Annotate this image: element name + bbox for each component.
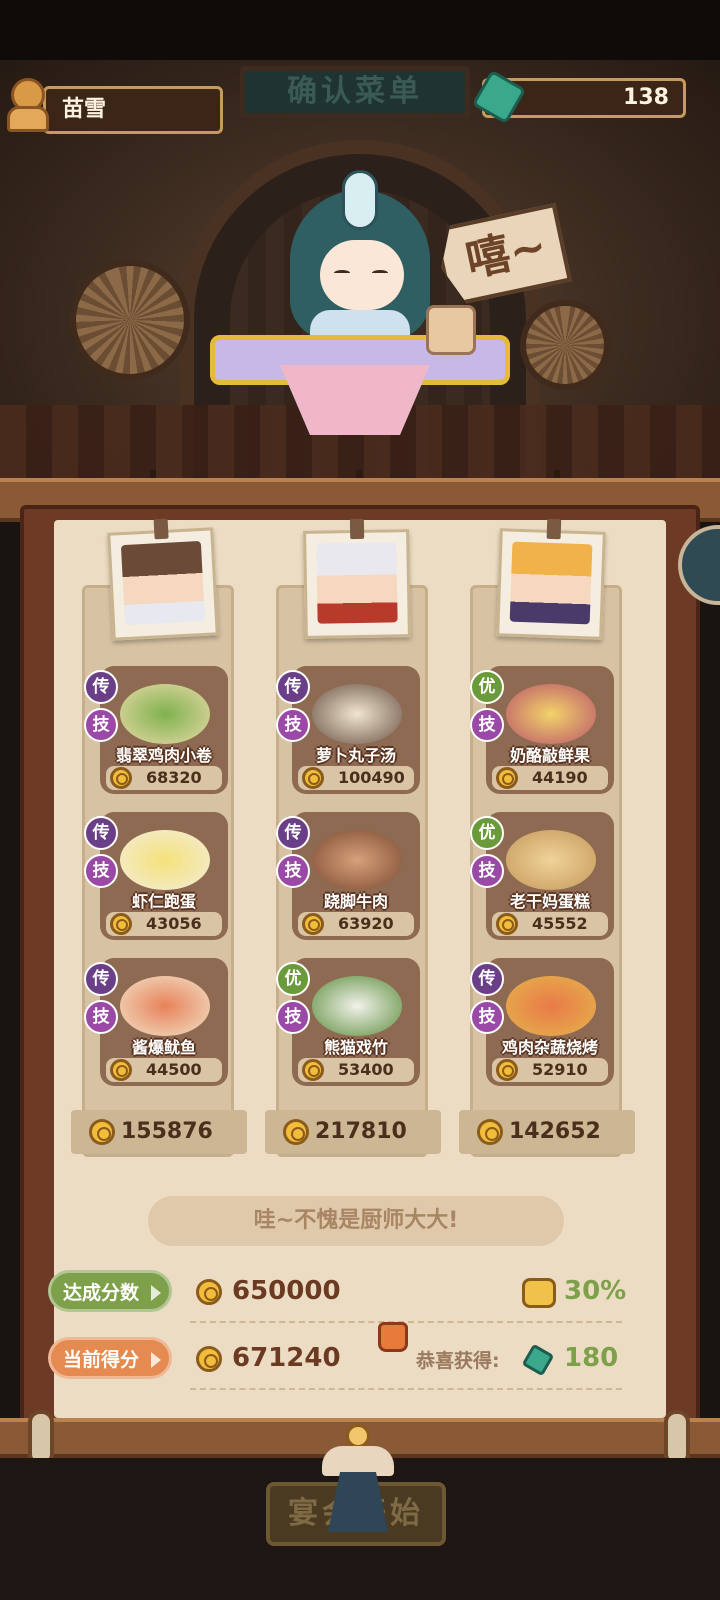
coin-icon — [496, 913, 518, 935]
reward-gems: 180 — [564, 1343, 619, 1373]
dish-price: 100490 — [298, 766, 414, 790]
coin-icon — [496, 767, 518, 789]
target-score-label: 达成分数 — [48, 1270, 172, 1312]
dish-card[interactable]: 跷脚牛肉 63920 — [292, 812, 420, 940]
column-total: 217810 — [265, 1110, 441, 1154]
coin-icon — [89, 1119, 115, 1145]
dish-name: 萝卜丸子汤 — [315, 746, 396, 765]
coin-icon — [110, 767, 132, 789]
current-score-label: 当前得分 — [48, 1337, 172, 1379]
dish-card[interactable]: 奶酪敲鲜果 44190 — [486, 666, 614, 794]
dish-card[interactable]: 酱爆鱿鱼 44500 — [100, 958, 228, 1086]
dish-name: 鸡肉杂蔬烧烤 — [501, 1038, 598, 1057]
coin-icon — [196, 1279, 222, 1305]
dish-name: 翡翠鸡肉小卷 — [115, 746, 212, 765]
dish-price: 68320 — [106, 766, 222, 790]
dish-price: 45552 — [492, 912, 608, 936]
skill-badge: 技 — [276, 708, 310, 742]
coin-icon — [110, 1059, 132, 1081]
dish-name: 虾仁跑蛋 — [131, 892, 196, 911]
dish-image — [312, 976, 402, 1036]
chef-portrait-1[interactable] — [107, 518, 219, 641]
grade-badge: 传 — [84, 670, 118, 704]
dish-price: 63920 — [298, 912, 414, 936]
chef-portrait-3[interactable] — [496, 518, 606, 640]
dish-card[interactable]: 老干妈蛋糕 45552 — [486, 812, 614, 940]
dish-image — [120, 684, 210, 744]
grade-badge: 优 — [470, 670, 504, 704]
dish-image — [506, 684, 596, 744]
coin-icon — [302, 913, 324, 935]
player-name: 苗雪 — [43, 86, 223, 134]
chef-character — [280, 170, 440, 350]
coin-icon — [196, 1346, 222, 1372]
dish-card[interactable]: 鸡肉杂蔬烧烤 52910 — [486, 958, 614, 1086]
congrats-label: 恭喜获得: — [416, 1350, 500, 1372]
dish-price: 44190 — [492, 766, 608, 790]
coin-icon — [477, 1119, 503, 1145]
thumbs-up-icon — [378, 1322, 408, 1352]
column-total: 155876 — [71, 1110, 247, 1154]
grade-badge: 传 — [84, 962, 118, 996]
skill-badge: 技 — [276, 854, 310, 888]
dish-name: 老干妈蛋糕 — [509, 892, 590, 911]
gem-count: 138 — [623, 85, 669, 110]
dish-card[interactable]: 熊猫戏竹 53400 — [292, 958, 420, 1086]
dish-name: 奶酪敲鲜果 — [509, 746, 590, 765]
menu-confirm-sign: 确认菜单 — [240, 66, 470, 118]
grade-badge: 优 — [470, 816, 504, 850]
dish-price: 43056 — [106, 912, 222, 936]
dish-card[interactable]: 翡翠鸡肉小卷 68320 — [100, 666, 228, 794]
dish-name: 跷脚牛肉 — [323, 892, 388, 911]
skill-badge: 技 — [84, 708, 118, 742]
coin-icon — [302, 1059, 324, 1081]
hair-ornament-icon — [342, 170, 378, 230]
fan-decoration-right — [520, 300, 610, 390]
dish-image — [312, 684, 402, 744]
skill-badge: 技 — [470, 1000, 504, 1034]
dish-name: 酱爆鱿鱼 — [131, 1038, 196, 1057]
current-score-value: 671240 — [196, 1343, 341, 1373]
skill-badge: 技 — [470, 854, 504, 888]
dish-name: 熊猫戏竹 — [323, 1038, 388, 1057]
chef-portrait-2[interactable] — [303, 518, 411, 639]
grade-badge: 传 — [84, 816, 118, 850]
bonus-coin-icon — [522, 1278, 556, 1308]
coin-icon — [110, 913, 132, 935]
target-score-value: 650000 — [196, 1276, 341, 1306]
dish-price: 44500 — [106, 1058, 222, 1082]
coin-icon — [496, 1059, 518, 1081]
skill-badge: 技 — [84, 854, 118, 888]
bonus-percent: 30% — [564, 1276, 627, 1306]
skill-badge: 技 — [470, 708, 504, 742]
dish-image — [120, 830, 210, 890]
dish-card[interactable]: 虾仁跑蛋 43056 — [100, 812, 228, 940]
dish-card[interactable]: 萝卜丸子汤 100490 — [292, 666, 420, 794]
player-badge[interactable]: 苗雪 — [3, 74, 223, 136]
dish-image — [506, 976, 596, 1036]
bowls-icon — [426, 305, 476, 355]
column-total: 142652 — [459, 1110, 635, 1154]
tassel-decoration — [318, 1424, 398, 1534]
grade-badge: 传 — [470, 962, 504, 996]
skill-badge: 技 — [84, 1000, 118, 1034]
grade-badge: 传 — [276, 816, 310, 850]
dish-image — [120, 976, 210, 1036]
compliment-banner: 哇~不愧是厨师大大! — [148, 1196, 564, 1246]
player-avatar-icon — [3, 74, 55, 136]
grade-badge: 传 — [276, 670, 310, 704]
coin-icon — [302, 767, 324, 789]
dish-price: 52910 — [492, 1058, 608, 1082]
coin-icon — [283, 1119, 309, 1145]
skill-badge: 技 — [276, 1000, 310, 1034]
gem-counter[interactable]: 138 — [471, 69, 686, 125]
dish-image — [506, 830, 596, 890]
dish-price: 53400 — [298, 1058, 414, 1082]
divider — [190, 1388, 622, 1390]
dish-image — [312, 830, 402, 890]
grade-badge: 优 — [276, 962, 310, 996]
